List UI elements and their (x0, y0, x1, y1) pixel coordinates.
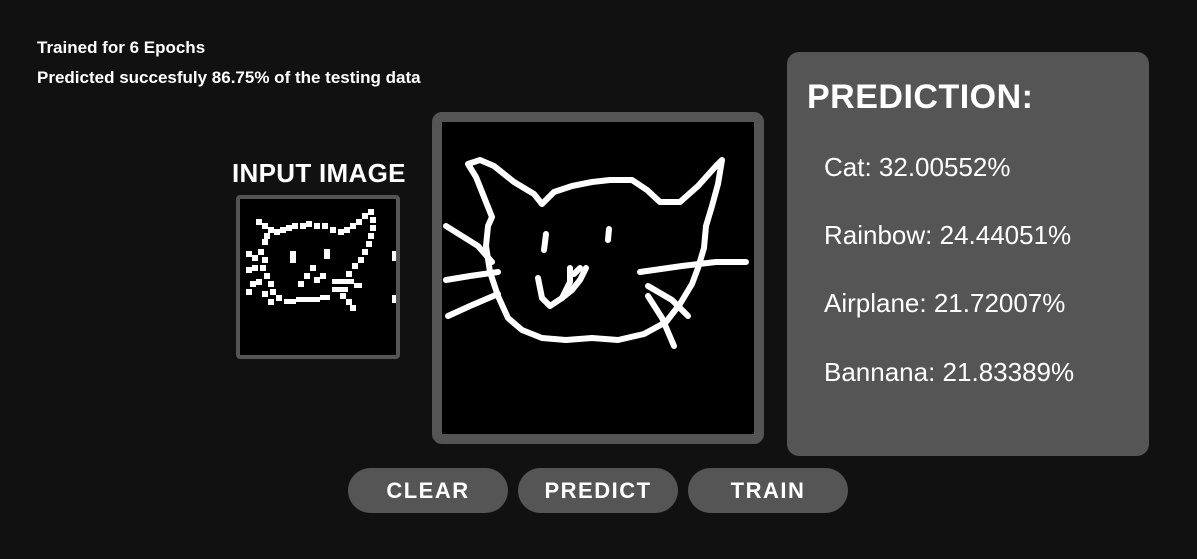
epochs-text: Trained for 6 Epochs (37, 38, 206, 57)
app: Trained for 6 Epochs Predicted succesful… (0, 0, 1197, 559)
prediction-item-rainbow: Rainbow: 24.44051% (824, 220, 1072, 250)
drawing-canvas[interactable] (432, 112, 764, 444)
cat-sketch (443, 157, 749, 349)
predict-button[interactable]: PREDICT (518, 468, 678, 513)
train-button[interactable]: TRAIN (688, 468, 848, 513)
prediction-title: PREDICTION: (807, 78, 1034, 116)
accuracy-text: Predicted succesfuly 86.75% of the testi… (37, 68, 421, 87)
input-image-preview (236, 195, 400, 359)
prediction-item-bannana: Bannana: 21.83389% (824, 357, 1075, 387)
prediction-panel: PREDICTION: Cat: 32.00552% Rainbow: 24.4… (787, 52, 1149, 456)
input-image-label: INPUT IMAGE (232, 158, 406, 188)
training-stats: Trained for 6 Epochs Predicted succesful… (37, 33, 421, 93)
pixelated-cat-drawing (246, 209, 396, 311)
prediction-item-airplane: Airplane: 21.72007% (824, 288, 1066, 318)
prediction-item-cat: Cat: 32.00552% (824, 152, 1011, 182)
clear-button[interactable]: CLEAR (348, 468, 508, 513)
